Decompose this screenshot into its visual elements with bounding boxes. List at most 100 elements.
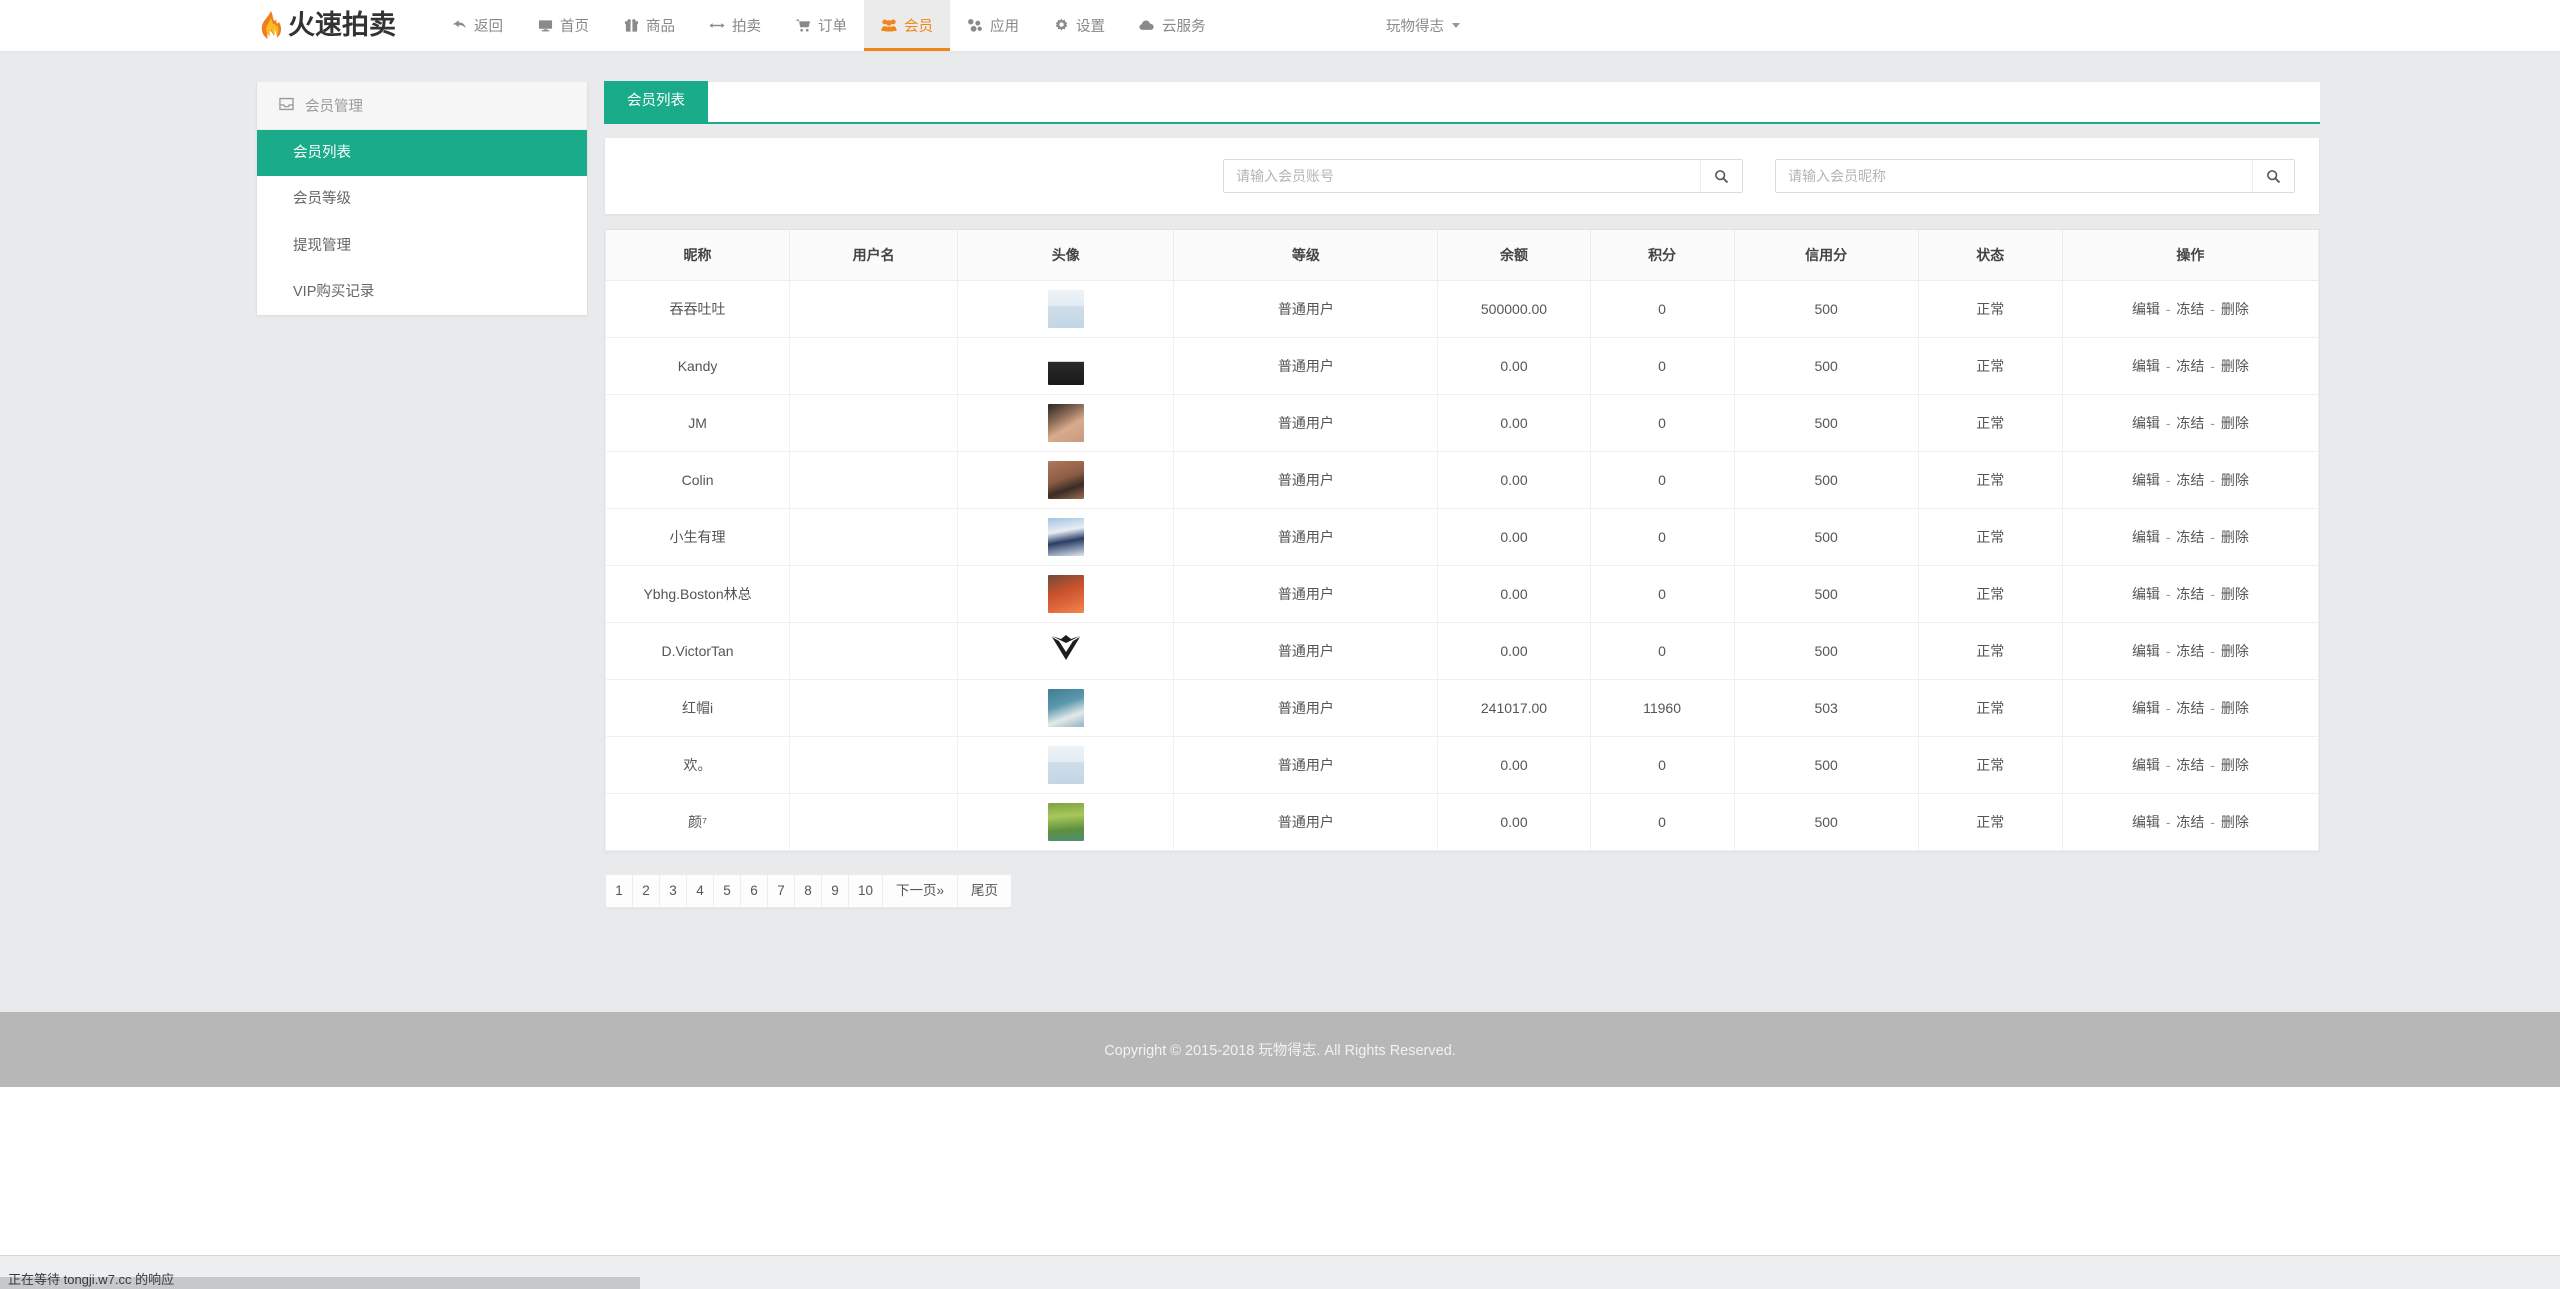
cell-avatar (957, 679, 1175, 737)
search-nickname-button[interactable] (2252, 160, 2294, 192)
cell-nickname: 欢。 (604, 736, 791, 794)
user-menu-label: 玩物得志 (1386, 19, 1444, 35)
action-freeze-link[interactable]: 冻结 (2176, 301, 2204, 317)
nav-item-apps[interactable]: 应用 (950, 0, 1036, 51)
pagination-page-8[interactable]: 8 (795, 875, 822, 908)
sidebar-item-withdraw-management[interactable]: 提现管理 (257, 222, 587, 269)
sidebar-item-label: 会员列表 (293, 145, 351, 161)
pagination-page-5[interactable]: 5 (714, 875, 741, 908)
cell-username (789, 736, 959, 794)
pagination-page-7[interactable]: 7 (768, 875, 795, 908)
cell-credit: 500 (1733, 337, 1919, 395)
action-edit-link[interactable]: 编辑 (2132, 586, 2160, 602)
search-nickname-input[interactable] (1776, 160, 2252, 192)
action-separator: - (2161, 301, 2175, 317)
action-freeze-link[interactable]: 冻结 (2176, 415, 2204, 431)
brand-logo[interactable]: 火速拍卖 (258, 0, 434, 51)
search-account-button[interactable] (1700, 160, 1742, 192)
pagination-page-4[interactable]: 4 (687, 875, 714, 908)
pagination-page-1[interactable]: 1 (606, 875, 633, 908)
pagination-page-6[interactable]: 6 (741, 875, 768, 908)
action-edit-link[interactable]: 编辑 (2132, 529, 2160, 545)
cell-status: 正常 (1917, 736, 2063, 794)
pagination-page-2[interactable]: 2 (633, 875, 660, 908)
cell-points: 0 (1589, 736, 1735, 794)
undo-arrow-icon (451, 18, 467, 34)
user-menu[interactable]: 玩物得志 (1386, 15, 1460, 36)
pagination-page-3[interactable]: 3 (660, 875, 687, 908)
nav-item-orders[interactable]: 订单 (778, 0, 864, 51)
action-edit-link[interactable]: 编辑 (2132, 415, 2160, 431)
action-edit-link[interactable]: 编辑 (2132, 643, 2160, 659)
action-freeze-link[interactable]: 冻结 (2176, 529, 2204, 545)
pagination-last[interactable]: 尾页 (958, 875, 1012, 908)
cell-level: 普通用户 (1173, 736, 1439, 794)
action-delete-link[interactable]: 删除 (2221, 757, 2249, 773)
cell-level: 普通用户 (1173, 280, 1439, 338)
cell-level: 普通用户 (1173, 622, 1439, 680)
nav-item-settings[interactable]: 设置 (1036, 0, 1122, 51)
sidebar-header: 会员管理 (257, 82, 587, 130)
action-freeze-link[interactable]: 冻结 (2176, 472, 2204, 488)
cell-avatar (957, 736, 1175, 794)
tab-member-list[interactable]: 会员列表 (604, 81, 708, 122)
action-separator: - (2161, 814, 2175, 830)
nav-item-auction[interactable]: 拍卖 (692, 0, 778, 51)
cell-credit: 500 (1733, 508, 1919, 566)
browser-status-text: 正在等待 tongji.w7.cc 的响应 (8, 1272, 175, 1287)
table-row: 欢。 普通用户 0.00 0 500 正常 编辑 - 冻结 - 删除 (604, 736, 2320, 794)
nav-item-back[interactable]: 返回 (434, 0, 520, 51)
action-freeze-link[interactable]: 冻结 (2176, 814, 2204, 830)
action-freeze-link[interactable]: 冻结 (2176, 586, 2204, 602)
sidebar-item-vip-purchase-records[interactable]: VIP购买记录 (257, 268, 587, 316)
pagination-page-9[interactable]: 9 (822, 875, 849, 908)
cell-nickname: Colin (604, 451, 791, 509)
column-header-level: 等级 (1173, 230, 1439, 281)
nav-item-home[interactable]: 首页 (520, 0, 606, 51)
pagination-page-10[interactable]: 10 (849, 875, 884, 908)
column-header-status: 状态 (1917, 230, 2063, 281)
action-delete-link[interactable]: 删除 (2221, 586, 2249, 602)
action-delete-link[interactable]: 删除 (2221, 358, 2249, 374)
cell-status: 正常 (1917, 793, 2063, 851)
cell-points: 0 (1589, 280, 1735, 338)
cell-balance: 0.00 (1437, 508, 1591, 566)
sidebar-item-member-level[interactable]: 会员等级 (257, 176, 587, 223)
action-freeze-link[interactable]: 冻结 (2176, 358, 2204, 374)
sidebar-item-member-list[interactable]: 会员列表 (257, 130, 587, 177)
action-delete-link[interactable]: 删除 (2221, 643, 2249, 659)
cell-actions: 编辑 - 冻结 - 删除 (2061, 793, 2320, 851)
avatar (1047, 461, 1084, 499)
action-separator: - (2206, 301, 2219, 317)
cell-level: 普通用户 (1173, 793, 1439, 851)
action-edit-link[interactable]: 编辑 (2132, 814, 2160, 830)
cell-avatar (957, 337, 1175, 395)
action-freeze-link[interactable]: 冻结 (2176, 757, 2204, 773)
action-delete-link[interactable]: 删除 (2221, 301, 2249, 317)
action-freeze-link[interactable]: 冻结 (2176, 700, 2204, 716)
cell-status: 正常 (1917, 679, 2063, 737)
page-body: 会员管理 会员列表 会员等级 提现管理 VIP购买记录 会员列表 请输入会员账号… (0, 52, 2560, 972)
action-edit-link[interactable]: 编辑 (2132, 358, 2160, 374)
action-edit-link[interactable]: 编辑 (2132, 472, 2160, 488)
action-delete-link[interactable]: 删除 (2221, 415, 2249, 431)
cell-points: 0 (1589, 451, 1735, 509)
cell-nickname: D.VictorTan (604, 622, 791, 680)
action-delete-link[interactable]: 删除 (2221, 472, 2249, 488)
action-freeze-link[interactable]: 冻结 (2176, 643, 2204, 659)
action-edit-link[interactable]: 编辑 (2132, 757, 2160, 773)
action-edit-link[interactable]: 编辑 (2132, 301, 2160, 317)
cell-nickname: JM (604, 394, 791, 452)
action-edit-link[interactable]: 编辑 (2132, 700, 2160, 716)
users-icon (881, 18, 897, 34)
nav-item-products[interactable]: 商品 (606, 0, 692, 51)
search-account-input[interactable] (1224, 160, 1700, 192)
nav-item-members[interactable]: 会员 (864, 0, 950, 51)
gear-icon (1053, 18, 1069, 34)
nav-item-label: 会员 (904, 19, 933, 35)
pagination-next[interactable]: 下一页» (883, 875, 959, 908)
nav-item-cloud[interactable]: 云服务 (1122, 0, 1223, 51)
action-delete-link[interactable]: 删除 (2221, 700, 2249, 716)
action-delete-link[interactable]: 删除 (2221, 814, 2249, 830)
action-delete-link[interactable]: 删除 (2221, 529, 2249, 545)
